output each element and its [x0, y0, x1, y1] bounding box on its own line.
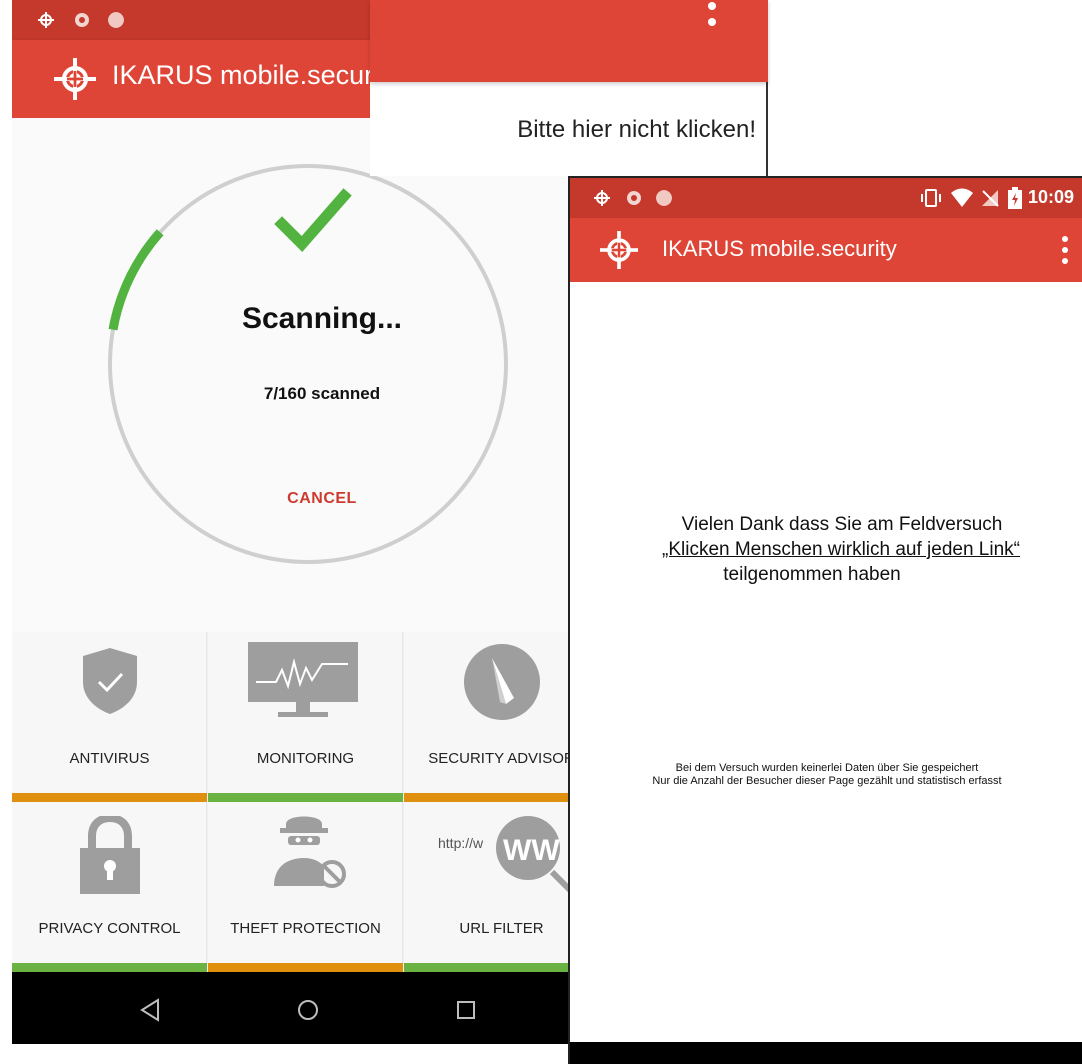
- recents-icon[interactable]: [448, 992, 484, 1028]
- www-magnifier-icon: http://w WW: [438, 816, 587, 906]
- status-bar: 10:09: [570, 178, 1082, 218]
- compass-icon: [464, 644, 540, 720]
- notice-line-1: Bei dem Versuch wurden keinerlei Daten ü…: [675, 762, 979, 774]
- home-icon[interactable]: [290, 992, 326, 1028]
- circle-notification-icon: [656, 190, 672, 206]
- status-bar-green: [404, 963, 592, 972]
- shield-check-icon: [83, 648, 137, 714]
- thank-you-message: Vielen Dank dass Sie am Feldversuch „Kli…: [570, 512, 1082, 587]
- scan-progress-ring: [108, 164, 508, 564]
- ikarus-logo-icon: [600, 231, 638, 269]
- tile-monitoring[interactable]: MONITORING: [208, 632, 403, 802]
- thanks-line-1: Vielen Dank dass Sie am Feldversuch: [681, 514, 1003, 535]
- thief-icon: [274, 816, 346, 888]
- overflow-menu-icon[interactable]: [1058, 234, 1072, 266]
- bait-link[interactable]: Bitte hier nicht klicken!: [370, 116, 756, 144]
- www-text: WW: [503, 834, 560, 867]
- tile-privacy-control[interactable]: PRIVACY CONTROL: [12, 802, 207, 972]
- nav-bar: [12, 972, 592, 1044]
- tile-label: ANTIVIRUS: [69, 750, 150, 767]
- battery-charging-icon: [1008, 187, 1022, 209]
- no-signal-icon: [982, 190, 999, 207]
- wifi-icon: [951, 188, 973, 207]
- ikarus-notification-icon: [594, 190, 610, 206]
- shield-notification-icon: [75, 13, 89, 27]
- padlock-icon: [80, 816, 140, 894]
- status-bar-orange: [404, 793, 592, 802]
- tile-antivirus[interactable]: ANTIVIRUS: [12, 632, 207, 802]
- scan-status-title: Scanning...: [241, 302, 403, 335]
- overflow-menu-icon[interactable]: [700, 0, 724, 34]
- status-bar-green: [208, 793, 403, 802]
- clock: 10:09: [1027, 187, 1074, 207]
- tile-label: THEFT PROTECTION: [230, 920, 381, 937]
- notice-line-2: Nur die Anzahl der Besucher dieser Page …: [652, 775, 1002, 787]
- check-mark-icon: [274, 188, 352, 253]
- ikarus-notification-icon: [38, 12, 54, 28]
- url-text: http://w: [438, 835, 484, 851]
- tile-label: PRIVACY CONTROL: [38, 920, 181, 937]
- scan-count: 7/160 scanned: [263, 384, 381, 403]
- tile-security-advisor[interactable]: SECURITY ADVISOR: [404, 632, 592, 802]
- cancel-button[interactable]: CANCEL: [257, 484, 387, 514]
- tile-label: SECURITY ADVISOR: [428, 750, 575, 767]
- tile-label: URL FILTER: [459, 920, 544, 937]
- status-bar-green: [12, 963, 207, 972]
- tile-url-filter[interactable]: http://w WW URL FILTER: [404, 802, 592, 972]
- browser-page: Bitte hier nicht klicken!: [370, 0, 768, 176]
- app-title: IKARUS mobile.security: [112, 60, 401, 90]
- status-bar-orange: [208, 963, 403, 972]
- nav-bar: [570, 1042, 1082, 1064]
- back-icon[interactable]: [132, 992, 168, 1028]
- ikarus-logo-icon: [54, 58, 96, 100]
- app-title: IKARUS mobile.security: [662, 236, 897, 261]
- privacy-notice: Bei dem Versuch wurden keinerlei Daten ü…: [570, 762, 1082, 788]
- monitor-pulse-icon: [248, 642, 358, 717]
- shield-notification-icon: [627, 191, 641, 205]
- thank-you-screen: 10:09 IKARUS mobile.security Vielen Dank…: [568, 176, 1082, 1064]
- vibrate-icon: [921, 189, 941, 207]
- tile-label: MONITORING: [256, 750, 355, 767]
- browser-toolbar: [370, 0, 768, 82]
- status-bar-orange: [12, 793, 207, 802]
- circle-notification-icon: [108, 12, 124, 28]
- feature-grid: ANTIVIRUS MONITORING SECURITY ADVISOR PR…: [12, 632, 592, 972]
- tile-theft-protection[interactable]: THEFT PROTECTION: [208, 802, 403, 972]
- thanks-line-3: teilgenommen haben: [723, 564, 901, 585]
- app-bar: IKARUS mobile.security: [570, 218, 1082, 282]
- experiment-title: „Klicken Menschen wirklich auf jeden Lin…: [662, 539, 1020, 560]
